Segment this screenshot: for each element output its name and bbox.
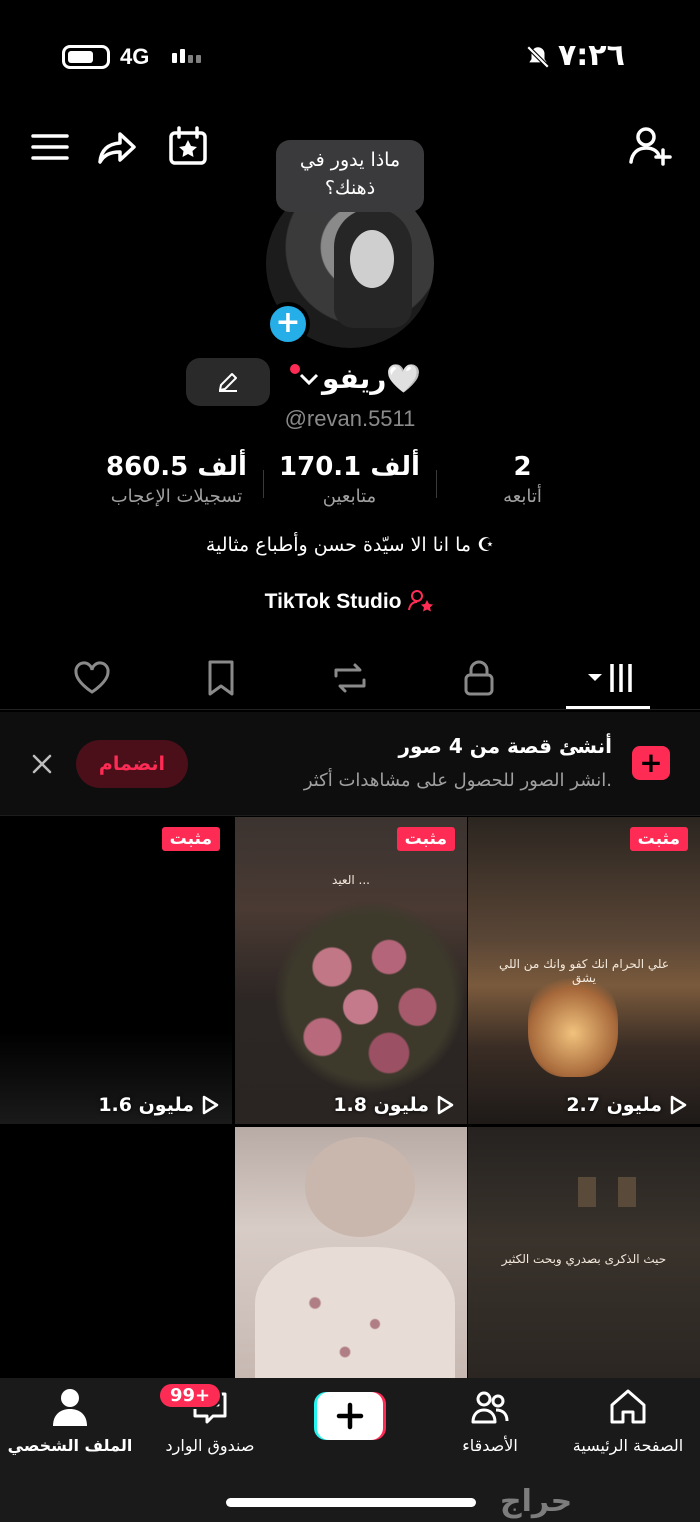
video-thumbnail[interactable]	[235, 1127, 467, 1379]
video-thumbnail[interactable]: حيث الذكرى بصدري وبحت الكثير	[468, 1127, 700, 1379]
status-bar: 4G ٧:٢٦	[0, 0, 700, 110]
studio-label: TikTok Studio	[264, 590, 402, 613]
profile-icon	[53, 1389, 87, 1426]
signal-icon	[172, 49, 201, 63]
pinned-badge: مثبت	[161, 827, 220, 851]
silent-bell-icon	[526, 45, 550, 69]
profile-handle: @revan.5511	[284, 406, 416, 431]
divider	[436, 470, 437, 498]
profile-name: ريفو🤍	[322, 362, 422, 395]
nav-home[interactable]: الصفحة الرئيسية	[558, 1386, 698, 1455]
create-plus-icon: +	[632, 746, 670, 780]
inbox-badge: 99+	[158, 1382, 223, 1409]
battery-icon	[62, 45, 110, 69]
repost-tab-icon[interactable]	[328, 656, 372, 700]
nav-friends[interactable]: الأصدقاء	[420, 1386, 560, 1455]
play-icon	[202, 1095, 219, 1115]
private-tab-lock-icon[interactable]	[457, 656, 501, 700]
pinned-badge: مثبت	[629, 827, 688, 851]
play-icon	[670, 1095, 687, 1115]
followers-count: 170.1 ألف	[279, 452, 420, 482]
profile-bio: ما انا الا سيّدة حسن وأطباع مثالية ☪︎	[205, 534, 495, 556]
banner-subtitle: انشر الصور للحصول على مشاهدات أكثر.	[303, 770, 612, 791]
followers-label: متابعين	[322, 486, 377, 507]
view-count-text: 1.8 مليون	[333, 1094, 429, 1116]
view-count: 1.8 مليون	[333, 1094, 455, 1116]
close-icon[interactable]	[26, 748, 58, 780]
view-count: 2.7 مليون	[566, 1094, 688, 1116]
add-story-button[interactable]: +	[266, 302, 310, 346]
video-caption: حيث الذكرى بصدري وبحت الكثير	[501, 1252, 667, 1266]
menu-icon[interactable]	[28, 126, 72, 170]
following-count: 2	[513, 452, 532, 482]
following-stat[interactable]: 2 أتابعه	[436, 452, 609, 522]
nav-profile-label: الملف الشخصي	[7, 1436, 133, 1455]
video-caption: علي الحرام انك كفو وانك من اللي يشق	[498, 957, 670, 985]
saved-tab-bookmark-icon[interactable]	[199, 656, 243, 700]
video-grid: علي الحرام انك كفو وانك من اللي يشق مثبت…	[0, 817, 700, 1379]
profile-stats: 860.5 ألف تسجيلات الإعجاب 170.1 ألف متاب…	[90, 452, 610, 522]
calendar-star-icon[interactable]	[166, 124, 210, 168]
play-icon	[437, 1095, 454, 1115]
divider	[263, 470, 264, 498]
view-count-text: 1.6 مليون	[98, 1094, 194, 1116]
tiktok-studio-link[interactable]: TikTok Studio	[0, 588, 700, 614]
likes-stat: 860.5 ألف تسجيلات الإعجاب	[90, 452, 263, 522]
nav-friends-label: الأصدقاء	[462, 1436, 518, 1455]
nav-inbox-label: صندوق الوارد	[165, 1436, 255, 1455]
video-thumbnail[interactable]	[0, 1127, 232, 1379]
add-friend-icon[interactable]	[628, 124, 672, 168]
liked-tab-heart-icon[interactable]	[70, 656, 114, 700]
followers-stat[interactable]: 170.1 ألف متابعين	[263, 452, 436, 522]
view-count-text: 2.7 مليون	[566, 1094, 662, 1116]
home-indicator[interactable]	[226, 1498, 476, 1507]
note-bubble[interactable]: ماذا يدور في ذهنك؟	[276, 140, 424, 222]
network-type: 4G	[120, 44, 150, 69]
videos-tab-grid-icon[interactable]	[586, 656, 634, 700]
create-button[interactable]	[314, 1392, 386, 1440]
photo-story-banner: + أنشئ قصة من 4 صور انشر الصور للحصول عل…	[0, 712, 700, 816]
video-thumbnail[interactable]: علي الحرام انك كفو وانك من اللي يشق مثبت…	[468, 817, 700, 1124]
likes-count: 860.5 ألف	[106, 452, 247, 482]
likes-label: تسجيلات الإعجاب	[110, 486, 243, 507]
nav-profile[interactable]: الملف الشخصي	[0, 1386, 140, 1455]
content-tabs	[0, 648, 700, 710]
video-caption: العيد ...	[332, 873, 370, 887]
friends-icon	[471, 1391, 509, 1424]
banner-title: أنشئ قصة من 4 صور	[398, 734, 612, 758]
share-icon[interactable]	[96, 126, 140, 170]
creator-star-icon	[408, 590, 434, 612]
join-button[interactable]: انضمام	[76, 740, 188, 788]
video-thumbnail[interactable]: مثبت 1.6 مليون	[0, 817, 232, 1124]
pinned-badge: مثبت	[396, 827, 455, 851]
video-thumbnail[interactable]: العيد ... مثبت 1.8 مليون	[235, 817, 467, 1124]
active-tab-indicator	[566, 706, 650, 709]
following-label: أتابعه	[503, 486, 542, 507]
view-count: 1.6 مليون	[98, 1094, 220, 1116]
clock: ٧:٢٦	[558, 38, 625, 73]
watermark: حراج	[500, 1484, 573, 1519]
home-icon	[610, 1389, 646, 1424]
pencil-icon	[219, 373, 237, 392]
chevron-down-icon[interactable]	[298, 372, 320, 388]
edit-profile-button[interactable]	[186, 358, 270, 406]
nav-home-label: الصفحة الرئيسية	[572, 1436, 684, 1455]
